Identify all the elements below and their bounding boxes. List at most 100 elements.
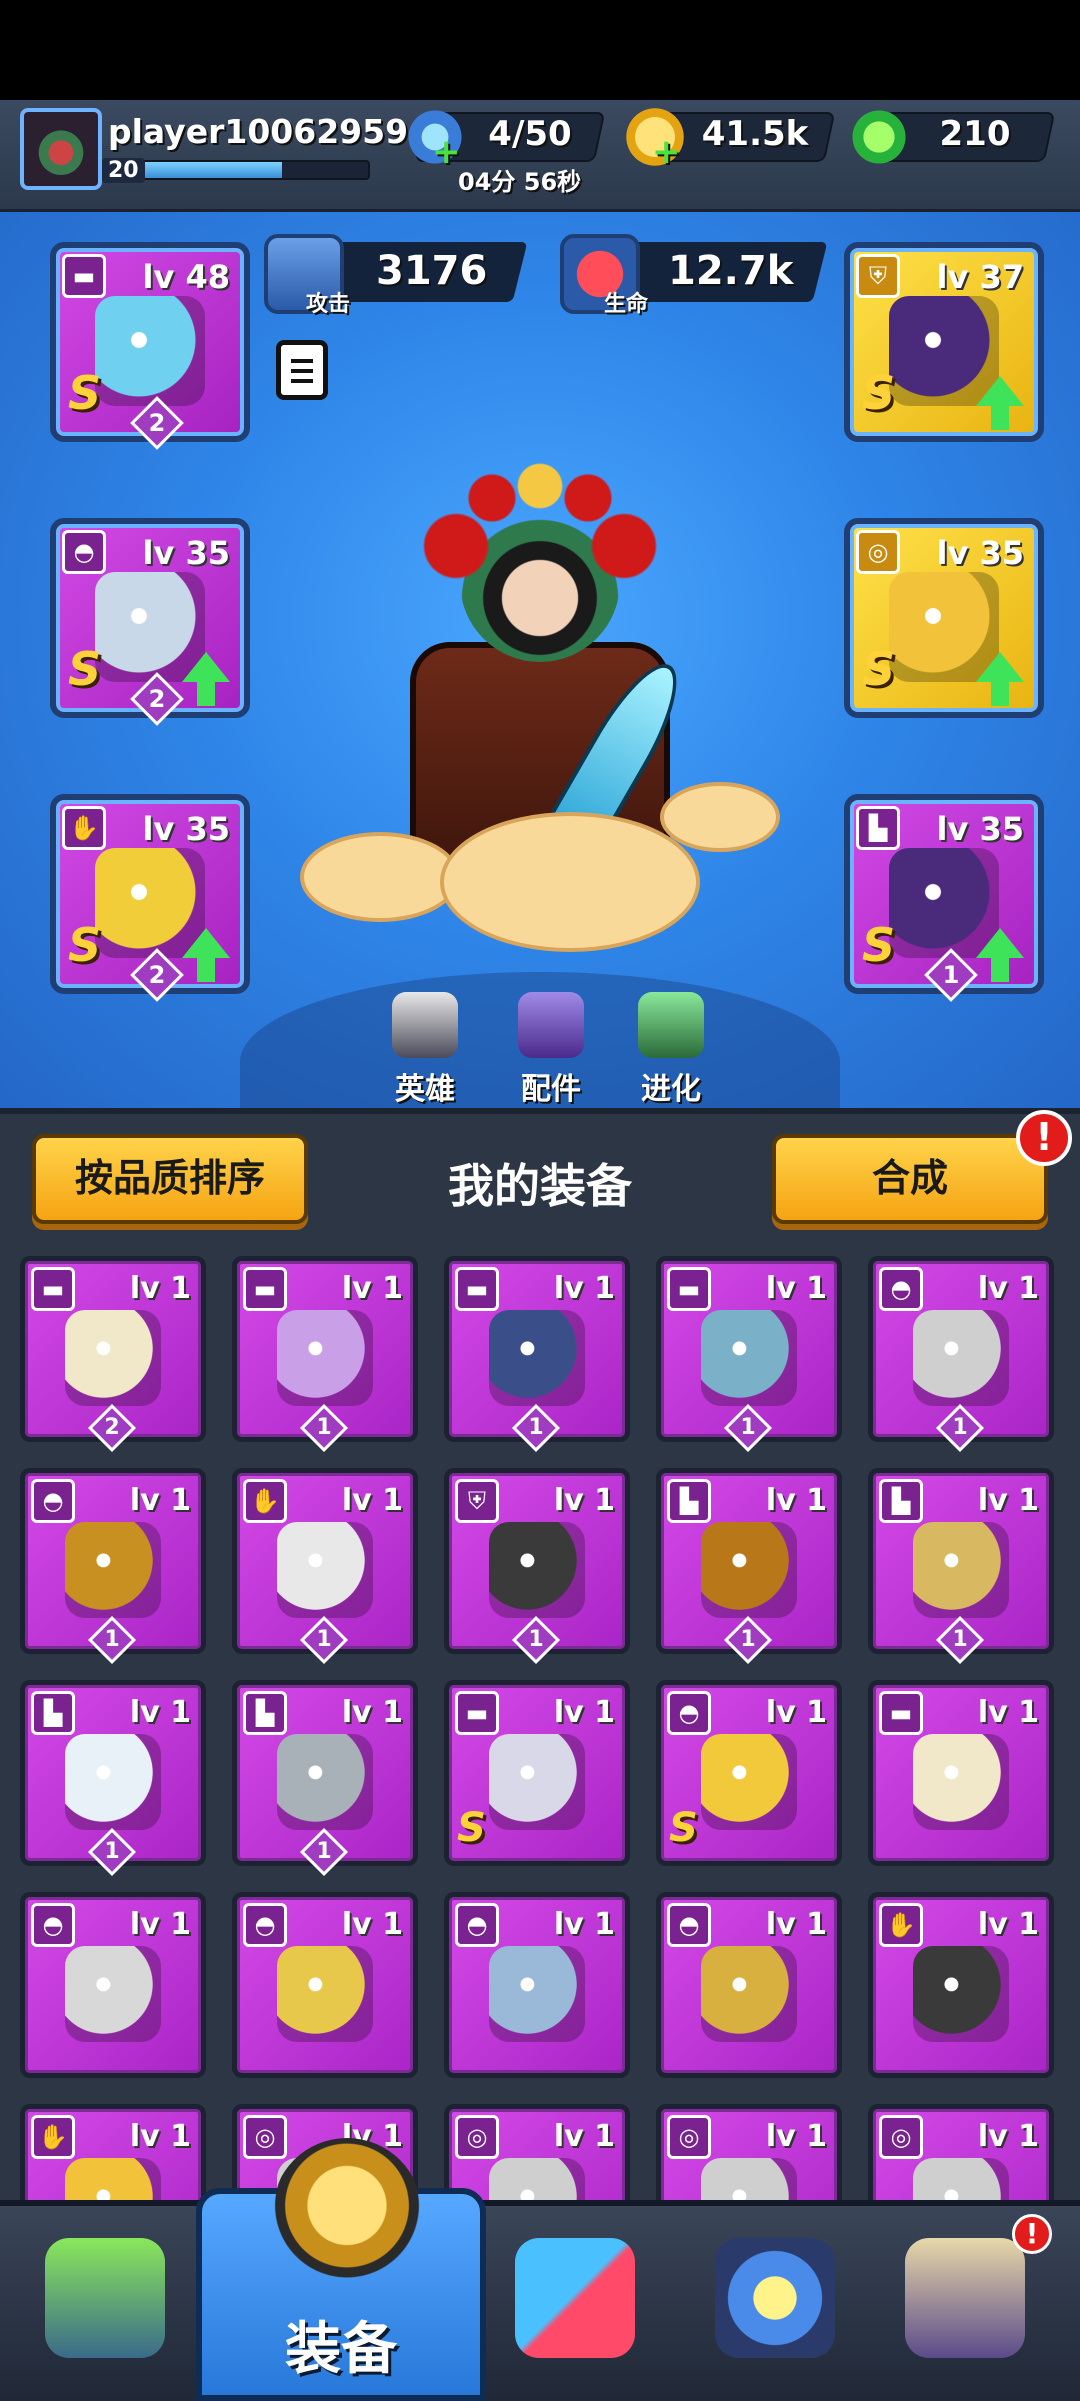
merge-button[interactable]: 合成 bbox=[772, 1134, 1048, 1224]
health-value: 12.7k bbox=[668, 248, 794, 294]
inventory-item[interactable]: ▙ lv 1 1 bbox=[656, 1468, 842, 1665]
equipped-gloves-slot[interactable]: ✋ lv 35 S 2 bbox=[50, 794, 250, 1002]
armor-icon: ⛨ bbox=[455, 1479, 499, 1523]
nav-equipment[interactable]: 装备 bbox=[196, 2138, 486, 2401]
inventory-item[interactable]: ⛨ lv 1 1 bbox=[444, 1468, 630, 1665]
equipment-art bbox=[65, 1733, 161, 1830]
stack-count-badge: 1 bbox=[299, 1615, 349, 1665]
item-level: lv 35 bbox=[142, 810, 231, 848]
crossed-swords-icon bbox=[515, 2238, 635, 2358]
stack-count: 1 bbox=[740, 1415, 756, 1440]
rank-emblem-icon bbox=[905, 2238, 1025, 2358]
rank-badge: S bbox=[457, 1805, 486, 1851]
rank-badge: S bbox=[862, 366, 896, 420]
player-avatar[interactable] bbox=[20, 108, 102, 190]
equipment-art bbox=[701, 1309, 797, 1406]
equipment-art bbox=[277, 1309, 373, 1406]
stack-count-badge: 2 bbox=[87, 1403, 137, 1453]
inventory-item[interactable]: ▬ lv 1 2 bbox=[20, 1256, 206, 1453]
equipped-weapon-slot[interactable]: ▬ lv 48 S 2 bbox=[50, 242, 250, 450]
nav-pet[interactable] bbox=[680, 2218, 870, 2398]
inventory-item[interactable]: ◓ lv 1 1 bbox=[20, 1468, 206, 1665]
item-level: lv 1 bbox=[129, 1271, 191, 1306]
helmet-icon: ◓ bbox=[31, 1903, 75, 1947]
treasure-chest-icon bbox=[45, 2238, 165, 2358]
inventory-item[interactable]: ✋ lv 1 1 bbox=[232, 1468, 418, 1665]
stack-count-badge: 1 bbox=[511, 1403, 561, 1453]
inventory-item[interactable]: ✋ lv 1 bbox=[868, 1892, 1054, 2078]
inventory-item[interactable]: ◎ lv 1 bbox=[656, 2104, 842, 2200]
rank-badge: S bbox=[68, 918, 102, 972]
xp-fill bbox=[142, 162, 283, 178]
inventory-item[interactable]: ▙ lv 1 1 bbox=[868, 1468, 1054, 1665]
item-level: lv 1 bbox=[129, 1483, 191, 1518]
inventory-item[interactable]: ◓ lv 1 bbox=[232, 1892, 418, 2078]
item-level: lv 1 bbox=[553, 1907, 615, 1942]
inventory-item[interactable]: ▬ lv 1 bbox=[868, 1680, 1054, 1866]
energy-timer: 04分 56秒 bbox=[458, 168, 582, 196]
gun-icon: ▬ bbox=[62, 254, 106, 298]
stack-count: 2 bbox=[148, 409, 166, 437]
energy-value: 4/50 bbox=[488, 114, 572, 154]
item-level: lv 1 bbox=[553, 1271, 615, 1306]
inventory-item[interactable]: ◓ lv 1 bbox=[444, 1892, 630, 2078]
equipment-art bbox=[913, 1945, 1009, 2042]
inventory-item[interactable]: ◓ lv 1 1 bbox=[868, 1256, 1054, 1453]
gem-icon[interactable] bbox=[848, 106, 910, 168]
helmet-icon: ◓ bbox=[667, 1691, 711, 1735]
energy-plus-icon[interactable]: + bbox=[432, 132, 461, 172]
equipped-ring-slot[interactable]: ◎ lv 35 S bbox=[844, 518, 1044, 718]
item-level: lv 1 bbox=[765, 1695, 827, 1730]
health-label: 生命 bbox=[604, 292, 649, 317]
item-level: lv 1 bbox=[553, 2119, 615, 2154]
equipment-art bbox=[65, 1309, 161, 1406]
armor-icon: ⛨ bbox=[856, 254, 900, 298]
clipboard-icon[interactable] bbox=[276, 340, 328, 400]
equipped-helmet-slot[interactable]: ◓ lv 35 S 2 bbox=[50, 518, 250, 726]
inventory-item[interactable]: ✋ lv 1 bbox=[20, 2104, 206, 2200]
inventory-item[interactable]: ▬ lv 1 1 bbox=[656, 1256, 842, 1453]
stack-count: 1 bbox=[952, 1415, 968, 1440]
stack-count: 2 bbox=[148, 685, 166, 713]
tab-accessory[interactable]: 配件 bbox=[496, 992, 606, 1112]
nav-battle[interactable] bbox=[480, 2218, 670, 2398]
equipment-art bbox=[95, 296, 205, 407]
equipment-art bbox=[701, 1521, 797, 1618]
equipped-armor-slot[interactable]: ⛨ lv 37 S bbox=[844, 242, 1044, 442]
upgrade-arrow-icon bbox=[976, 652, 1024, 706]
gun-icon: ▬ bbox=[667, 1267, 711, 1311]
inventory-item[interactable]: ▙ lv 1 1 bbox=[20, 1680, 206, 1877]
hero-helmet-icon bbox=[272, 2138, 422, 2288]
item-level: lv 35 bbox=[142, 534, 231, 572]
inventory-item[interactable]: ▙ lv 1 1 bbox=[232, 1680, 418, 1877]
merge-alert-badge: ! bbox=[1016, 1110, 1072, 1166]
inventory-item[interactable]: ▬ lv 1 1 bbox=[444, 1256, 630, 1453]
equipment-art bbox=[277, 1521, 373, 1618]
equipment-art bbox=[65, 1945, 161, 2042]
inventory-item[interactable]: ◎ lv 1 bbox=[444, 2104, 630, 2200]
inventory-item[interactable]: ◓ lv 1 bbox=[20, 1892, 206, 2078]
inventory-item[interactable]: ◓ lv 1 S bbox=[656, 1680, 842, 1866]
nav-shop[interactable] bbox=[10, 2218, 200, 2398]
glove-icon: ✋ bbox=[879, 1903, 923, 1947]
helmet-icon: ◓ bbox=[62, 530, 106, 574]
sort-by-quality-button[interactable]: 按品质排序 bbox=[32, 1134, 308, 1224]
inventory-item[interactable]: ▬ lv 1 1 bbox=[232, 1256, 418, 1453]
coin-plus-icon[interactable]: + bbox=[652, 132, 681, 172]
item-level: lv 37 bbox=[936, 258, 1025, 296]
tab-evolution[interactable]: 进化 bbox=[616, 992, 726, 1112]
status-bar bbox=[0, 0, 1080, 100]
inventory-item[interactable]: ◎ lv 1 bbox=[868, 2104, 1054, 2200]
hero-helmet-icon bbox=[392, 992, 458, 1058]
tab-hero[interactable]: 英雄 bbox=[370, 992, 480, 1112]
ring-icon: ◎ bbox=[879, 2115, 923, 2159]
stack-count: 1 bbox=[316, 1839, 332, 1864]
nav-rank-alert-badge: ! bbox=[1012, 2214, 1052, 2254]
equipped-boots-slot[interactable]: ▙ lv 35 S 1 bbox=[844, 794, 1044, 1002]
gem-value: 210 bbox=[939, 114, 1011, 154]
item-level: lv 1 bbox=[341, 1271, 403, 1306]
ring-icon: ◎ bbox=[856, 530, 900, 574]
inventory-item[interactable]: ▬ lv 1 S bbox=[444, 1680, 630, 1866]
inventory-item[interactable]: ◓ lv 1 bbox=[656, 1892, 842, 2078]
stack-count: 1 bbox=[740, 1627, 756, 1652]
